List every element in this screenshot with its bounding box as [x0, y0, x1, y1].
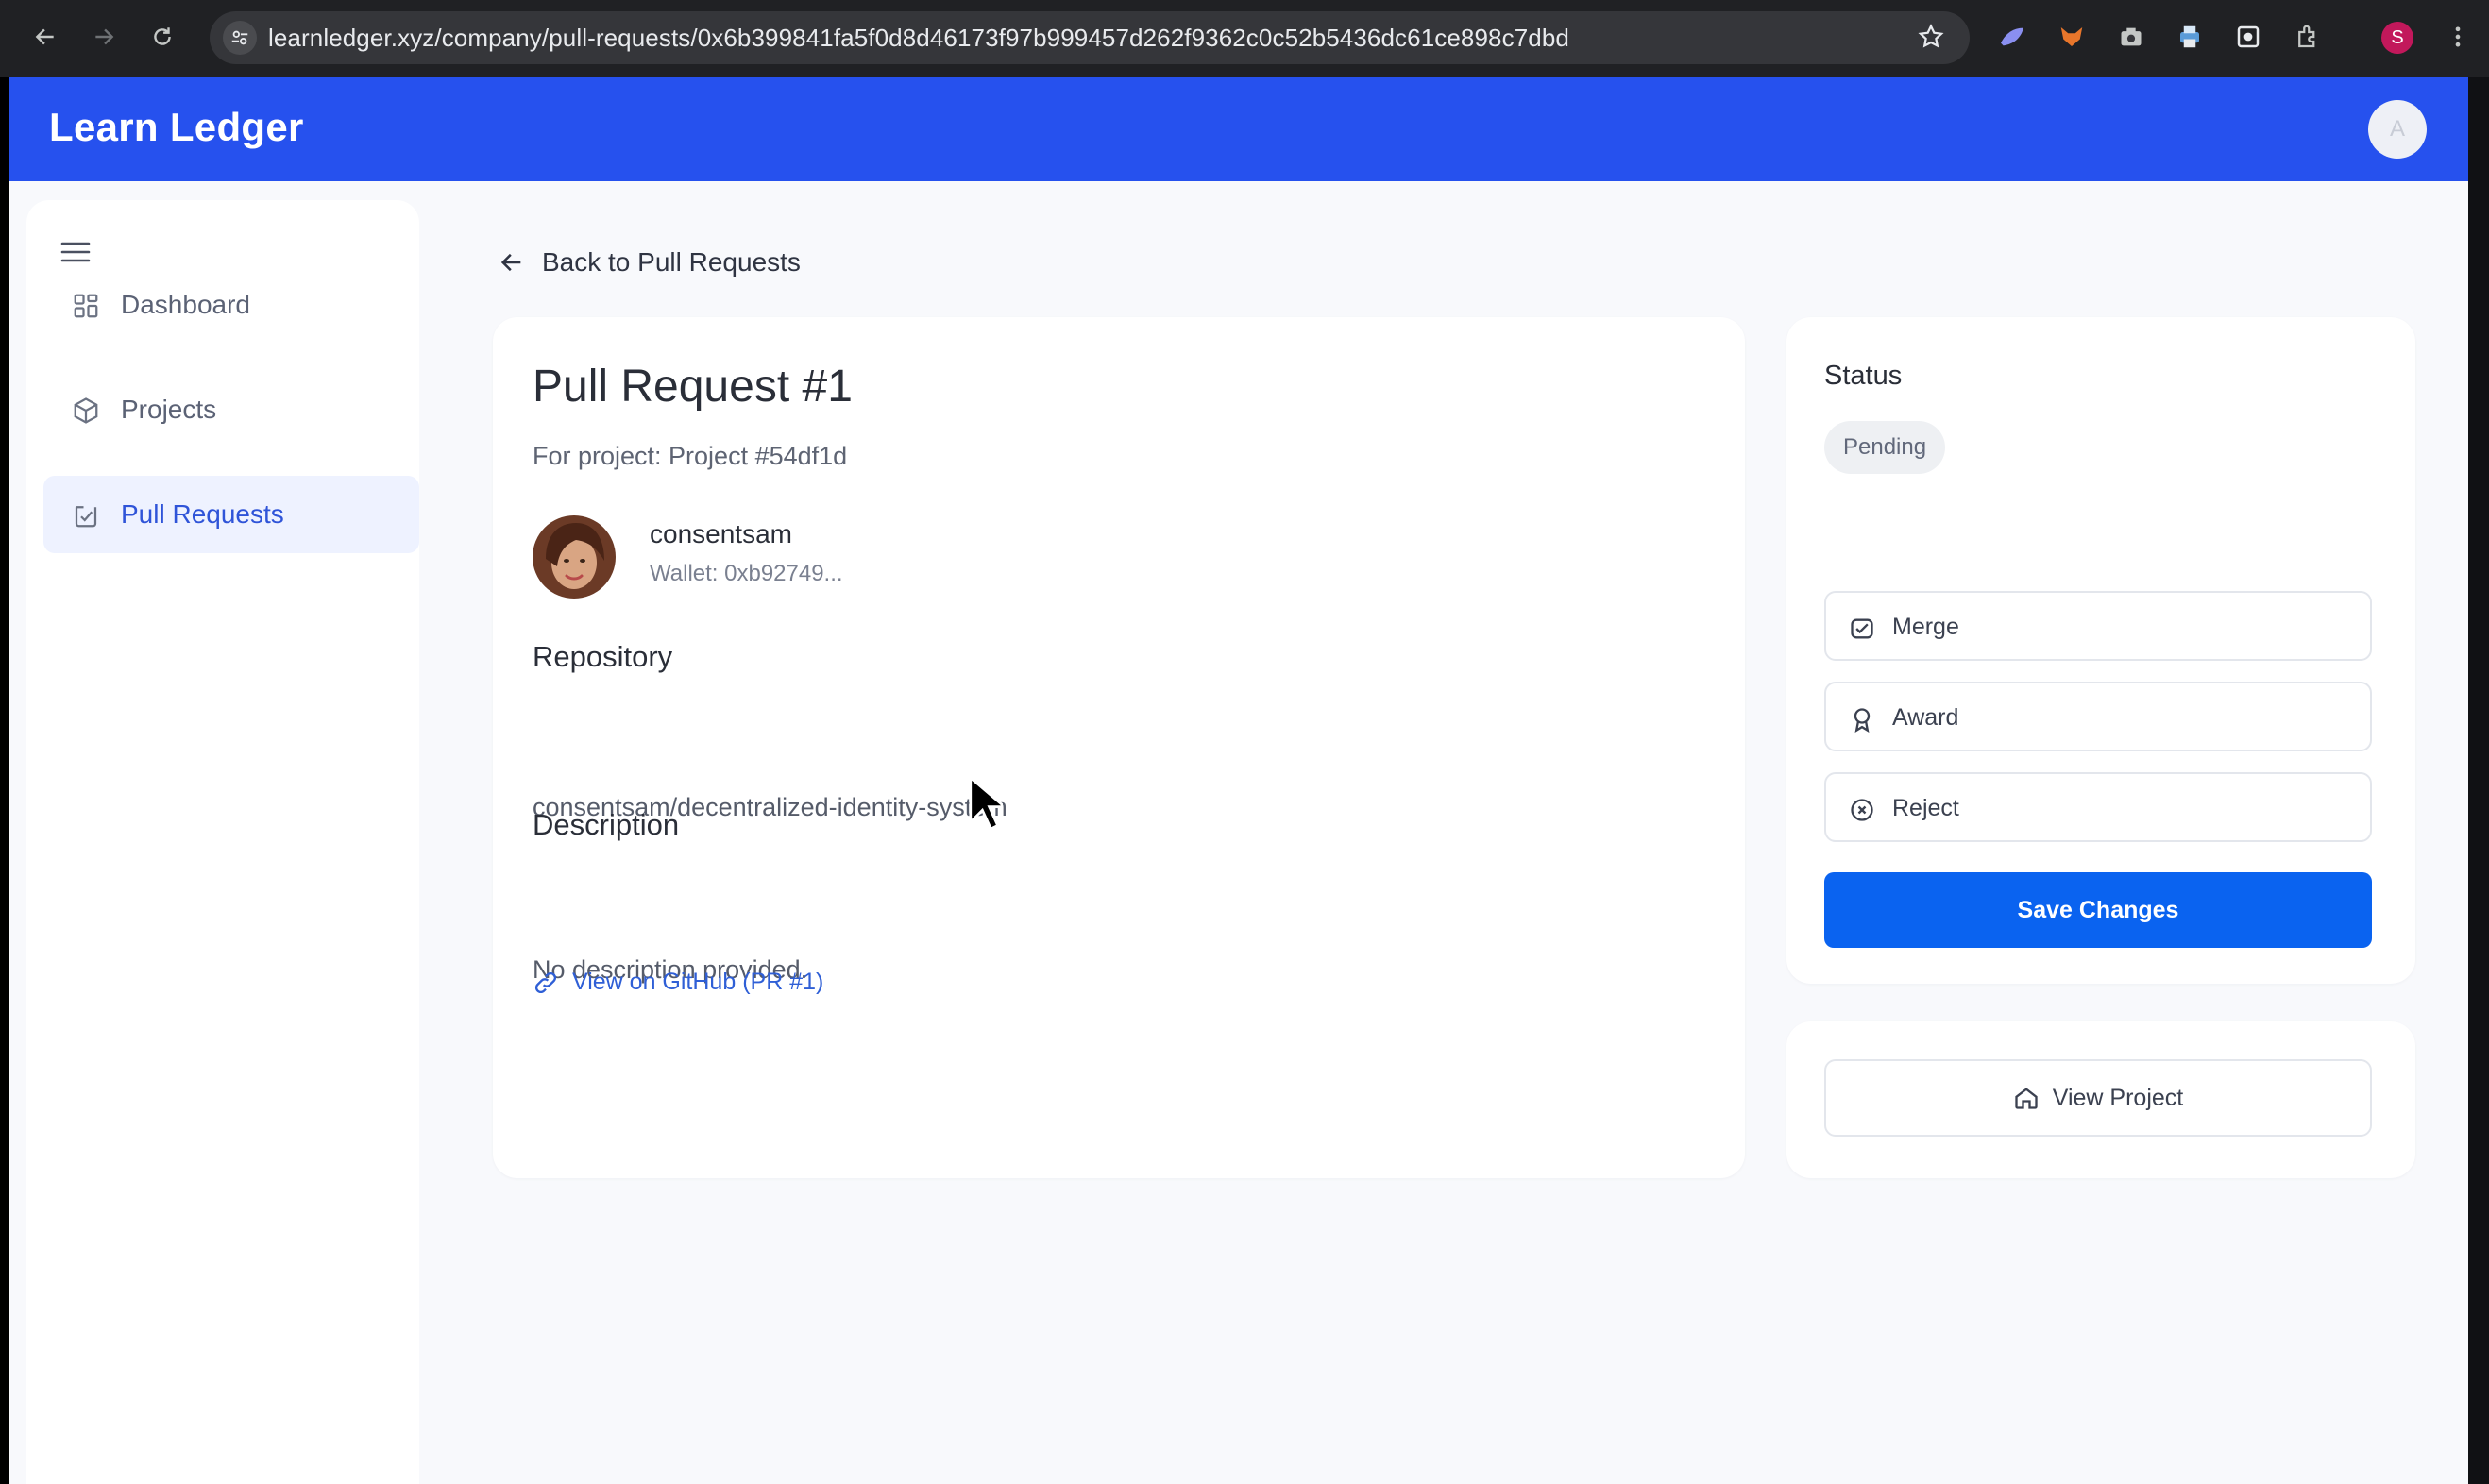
back-arrow-icon[interactable]	[27, 19, 63, 55]
forward-arrow-icon[interactable]	[86, 19, 122, 55]
view-project-label: View Project	[2052, 1084, 2184, 1111]
save-changes-button[interactable]: Save Changes	[1824, 872, 2372, 948]
extension-camera-icon[interactable]	[2113, 19, 2149, 55]
browser-profile-avatar[interactable]: S	[2381, 22, 2413, 54]
merge-option-label: Merge	[1892, 614, 1959, 640]
url-text[interactable]: learnledger.xyz/company/pull-requests/0x…	[268, 24, 1569, 53]
reject-option-label: Reject	[1892, 795, 1959, 821]
view-on-github-link[interactable]: View on GitHub (PR #1)	[533, 969, 823, 996]
app-viewport: Learn Ledger A Dashboard Projects Pull R…	[9, 77, 2468, 1484]
back-link-label: Back to Pull Requests	[542, 247, 801, 277]
box-icon	[72, 396, 100, 425]
back-to-pull-requests-link[interactable]: Back to Pull Requests	[499, 244, 801, 281]
sidebar-item-pull-requests[interactable]: Pull Requests	[43, 476, 419, 553]
extension-fox-icon[interactable]	[2054, 19, 2090, 55]
browser-toolbar: learnledger.xyz/company/pull-requests/0x…	[0, 0, 2489, 77]
github-link-label: View on GitHub (PR #1)	[572, 969, 824, 995]
bookmark-star-icon[interactable]	[1917, 23, 1945, 51]
grid-icon	[72, 292, 100, 320]
menu-icon[interactable]	[60, 240, 91, 264]
sidebar-item-label: Projects	[121, 395, 217, 424]
page-title: Pull Request #1	[533, 362, 853, 412]
author-avatar	[533, 515, 616, 599]
sidebar-item-label: Dashboard	[121, 290, 250, 319]
user-avatar[interactable]: A	[2368, 100, 2427, 159]
pull-request-icon	[72, 501, 100, 530]
window-edge	[2468, 77, 2489, 1484]
project-line: For project: Project #54df1d	[533, 442, 848, 470]
reload-icon[interactable]	[144, 19, 180, 55]
status-heading: Status	[1824, 361, 1903, 391]
extension-print-icon[interactable]	[2172, 19, 2208, 55]
award-option-label: Award	[1892, 704, 1959, 731]
extension-capture-icon[interactable]	[2230, 19, 2266, 55]
extension-feather-icon[interactable]	[1994, 19, 2030, 55]
address-bar[interactable]: learnledger.xyz/company/pull-requests/0x…	[210, 11, 1970, 64]
sidebar-item-dashboard[interactable]: Dashboard	[43, 266, 419, 344]
reject-option-button[interactable]: Reject	[1824, 772, 2372, 842]
mouse-cursor-icon	[969, 776, 1003, 831]
browser-menu-icon[interactable]	[2440, 19, 2476, 55]
brand-logo[interactable]: Learn Ledger	[49, 105, 304, 150]
view-project-button[interactable]: View Project	[1824, 1059, 2372, 1137]
description-heading: Description	[533, 808, 680, 841]
home-icon	[2013, 1085, 2040, 1111]
sidebar-item-projects[interactable]: Projects	[43, 371, 419, 448]
sidebar-item-label: Pull Requests	[121, 499, 284, 529]
award-icon	[1849, 706, 1875, 733]
repository-heading: Repository	[533, 640, 673, 673]
site-settings-icon[interactable]	[223, 21, 257, 55]
status-card: Status Pending Merge Award Reject Save C…	[1786, 317, 2415, 984]
status-badge: Pending	[1824, 421, 1946, 474]
author-username: consentsam	[650, 519, 792, 548]
merge-option-button[interactable]: Merge	[1824, 591, 2372, 661]
merge-icon	[1849, 616, 1875, 642]
author-wallet: Wallet: 0xb92749...	[650, 561, 843, 586]
extensions-puzzle-icon[interactable]	[2290, 19, 2326, 55]
app-header: Learn Ledger A	[9, 77, 2468, 181]
sidebar: Dashboard Projects Pull Requests	[26, 200, 419, 1484]
reject-icon	[1849, 797, 1875, 823]
project-card: View Project	[1786, 1021, 2415, 1178]
link-icon	[533, 970, 559, 996]
arrow-left-icon	[499, 249, 525, 276]
award-option-button[interactable]: Award	[1824, 682, 2372, 751]
pull-request-details-card: Pull Request #1 For project: Project #54…	[493, 317, 1745, 1178]
